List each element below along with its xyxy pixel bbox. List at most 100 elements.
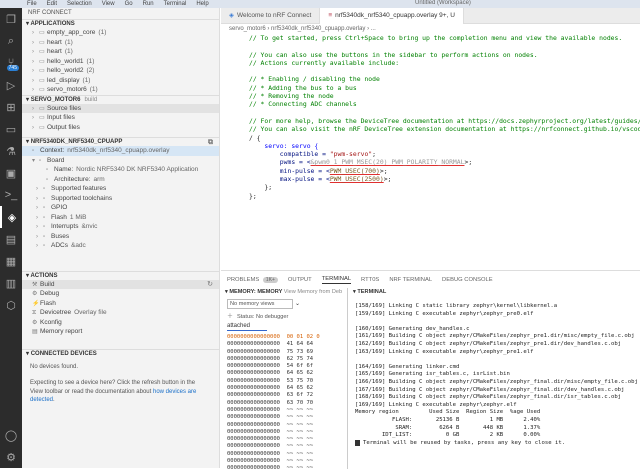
servo-file-item[interactable]: › ▭ Source files xyxy=(22,103,219,113)
app-item[interactable]: › ▭ hello_world1 (1) xyxy=(22,57,219,67)
build-info-item[interactable]: › ▫ Flash 1 MiB xyxy=(22,213,219,223)
plugin-icon[interactable]: ⬡ xyxy=(0,294,22,316)
devicetree-sub-label: Overlay file xyxy=(74,309,107,316)
terminal-line: SRAM: 6264 B 448 KB 1.37% xyxy=(355,424,541,431)
build-info-item[interactable]: ▫ Architecture: arm xyxy=(22,175,219,185)
app-item[interactable]: › ▭ empty_app_core (1) xyxy=(22,28,219,38)
memory-row: 0000000000000000 75 73 69 xyxy=(227,349,347,356)
app-item[interactable]: › ▭ heart (1) xyxy=(22,47,219,57)
applications-section-header[interactable]: ▾ APPLICATIONS xyxy=(22,19,219,28)
actions-section-header[interactable]: ▾ ACTIONS xyxy=(22,270,219,280)
tab-welcome[interactable]: ◈ Welcome to nRF Connect xyxy=(221,8,321,24)
device-icon[interactable]: ▣ xyxy=(0,162,22,184)
terminal-view[interactable]: ▾ TERMINAL [158/169] Linking C static li… xyxy=(349,288,640,469)
memory-icon[interactable]: ▤ xyxy=(0,228,22,250)
devices-help-text-2: View toolbar or read the documentation a… xyxy=(30,388,152,395)
source-control-icon[interactable]: ⑂ 745 xyxy=(0,52,22,74)
devices-section-header[interactable]: ▾ CONNECTED DEVICES xyxy=(22,348,219,358)
chevron-icon: › xyxy=(36,243,38,249)
action-item[interactable]: ▤ Memory report xyxy=(22,327,219,337)
app-item[interactable]: › ▭ servo_motor6 (1) xyxy=(22,85,219,95)
menu-bar: File Edit Selection View Go Run Terminal… xyxy=(22,1,214,7)
tab-debug-console[interactable]: DEBUG CONSOLE xyxy=(442,277,493,283)
memory-bytes: 64 65 62 xyxy=(286,385,314,392)
devices-title: CONNECTED DEVICES xyxy=(30,350,97,357)
menu-help[interactable]: Help xyxy=(196,1,208,7)
tab-overlay[interactable]: ≡ nrf5340dk_nrf5340_cpuapp.overlay 9+, U xyxy=(320,8,464,24)
memory-row: 0000000000000000 53 75 70 xyxy=(227,378,347,385)
app-item[interactable]: › ▭ heart (1) xyxy=(22,38,219,48)
build-info-item[interactable]: › ▫ ADCs &adc xyxy=(22,241,219,251)
nrf-connect-icon[interactable]: ◈ xyxy=(0,206,22,228)
build-info-item[interactable]: ▾ ▫ Board xyxy=(22,156,219,166)
terminal-line: FLASH: 25136 B 1 MB 2.40% xyxy=(355,416,541,423)
tab-problems[interactable]: PROBLEMS 1K+ xyxy=(227,276,278,283)
testing-icon[interactable]: ⚗ xyxy=(0,140,22,162)
memory-row: 0000000000000000 62 75 74 xyxy=(227,356,347,363)
terminal-icon[interactable]: >_ xyxy=(0,184,22,206)
build-info-item[interactable]: › ▫ Buses xyxy=(22,232,219,242)
code-editor[interactable]: // To get started, press Ctrl+Space to b… xyxy=(221,34,640,200)
servo-build-label: build xyxy=(84,96,98,103)
menu-selection[interactable]: Selection xyxy=(67,1,92,7)
memory-address: 0000000000000000 xyxy=(227,458,280,465)
code-line: // * Enabling / disabling the node xyxy=(249,75,380,84)
menu-view[interactable]: View xyxy=(102,1,115,7)
build-info-item[interactable]: › ▫ Supported toolchains xyxy=(22,194,219,204)
build-info-item[interactable]: › ▫ Supported features xyxy=(22,184,219,194)
memory-view-select[interactable]: No memory views xyxy=(227,299,293,309)
breadcrumb[interactable]: servo_motor6 › nrf5340dk_nrf5340_cpuapp.… xyxy=(221,24,640,34)
tab-terminal[interactable]: TERMINAL xyxy=(321,276,352,284)
memory-bytes: ~~ ~~ ~~ xyxy=(286,436,314,443)
action-item[interactable]: ⚡Flash xyxy=(22,299,219,309)
extensions-icon[interactable]: ⊞ xyxy=(0,96,22,118)
tab-nrf-terminal[interactable]: NRF TERMINAL xyxy=(389,277,432,283)
memory-subtitle: View Memory from Deb xyxy=(283,289,343,295)
memory-row: 0000000000000000 ~~ ~~ ~~ xyxy=(227,436,347,443)
remote-icon[interactable]: ▭ xyxy=(0,118,22,140)
run-debug-icon[interactable]: ▷ xyxy=(0,74,22,96)
code-line: }; xyxy=(249,191,257,200)
chevron-right-icon: › xyxy=(32,77,34,84)
explorer-icon[interactable]: ❐ xyxy=(0,8,22,30)
action-item[interactable]: ⚙ Debug xyxy=(22,289,219,299)
memory-bytes: 00 01 02 0 xyxy=(286,334,320,340)
applications-title: APPLICATIONS xyxy=(30,21,75,27)
action-label: Flash xyxy=(40,299,56,307)
action-item[interactable]: ⚙ Kconfig xyxy=(22,318,219,328)
devices-doc-link-2[interactable]: detected xyxy=(30,397,53,403)
chevron-down-icon[interactable]: ⌄ xyxy=(295,301,300,307)
app-item[interactable]: › ▭ hello_world2 (2) xyxy=(22,66,219,76)
board-icon[interactable]: ▥ xyxy=(0,272,22,294)
tab-output[interactable]: OUTPUT xyxy=(288,277,312,283)
build-info-item[interactable]: › ▫ Interrupts &nvic xyxy=(22,222,219,232)
chevron-right-icon: › xyxy=(32,87,34,93)
add-icon[interactable]: ＋ xyxy=(227,314,233,320)
settings-gear-icon[interactable]: ⚙ xyxy=(0,446,22,468)
build-info-item[interactable]: ▫ Name: Nordic NRF5340 DK NRF5340 Applicat… xyxy=(22,165,219,175)
servo-file-item[interactable]: › ▭ Output files xyxy=(22,123,219,133)
memory-address: 0000000000000000 xyxy=(227,355,280,362)
menu-file[interactable]: File xyxy=(27,1,37,7)
tab-rtt[interactable]: RTT0S xyxy=(361,277,379,283)
servo-section-header[interactable]: ▾ SERVO_MOTOR6 build xyxy=(22,94,219,104)
item-icon: ▫ xyxy=(43,214,46,221)
menu-edit[interactable]: Edit xyxy=(47,1,57,7)
servo-file-item[interactable]: › ▭ Input files xyxy=(22,113,219,123)
build-info-item[interactable]: › ▫ GPIO xyxy=(22,203,219,213)
account-icon[interactable]: ◯ xyxy=(0,424,22,446)
refresh-icon[interactable]: ↻ xyxy=(207,280,213,290)
chip-icon[interactable]: ▦ xyxy=(0,250,22,272)
menu-run[interactable]: Run xyxy=(143,1,154,7)
search-icon[interactable]: ⌕ xyxy=(0,30,22,52)
menu-go[interactable]: Go xyxy=(125,1,133,7)
action-item[interactable]: ⧖ Devicetree Overlay file xyxy=(22,308,219,318)
build-info-item[interactable]: ▫ Context: nrf5340dk_nrf5340_cpuapp.overla… xyxy=(22,146,219,156)
build-config-header[interactable]: ▾ NRF5340DK_NRF5340_CPUAPP ⧉ xyxy=(22,137,219,146)
action-item[interactable]: ⚒ Build ↻ xyxy=(22,279,219,290)
devices-doc-link[interactable]: how devices are xyxy=(153,389,196,395)
terminal-line: [164/169] Generating linker.cmd xyxy=(355,363,460,370)
menu-terminal[interactable]: Terminal xyxy=(164,1,187,7)
app-item[interactable]: › ▭ led_display (1) xyxy=(22,76,219,86)
